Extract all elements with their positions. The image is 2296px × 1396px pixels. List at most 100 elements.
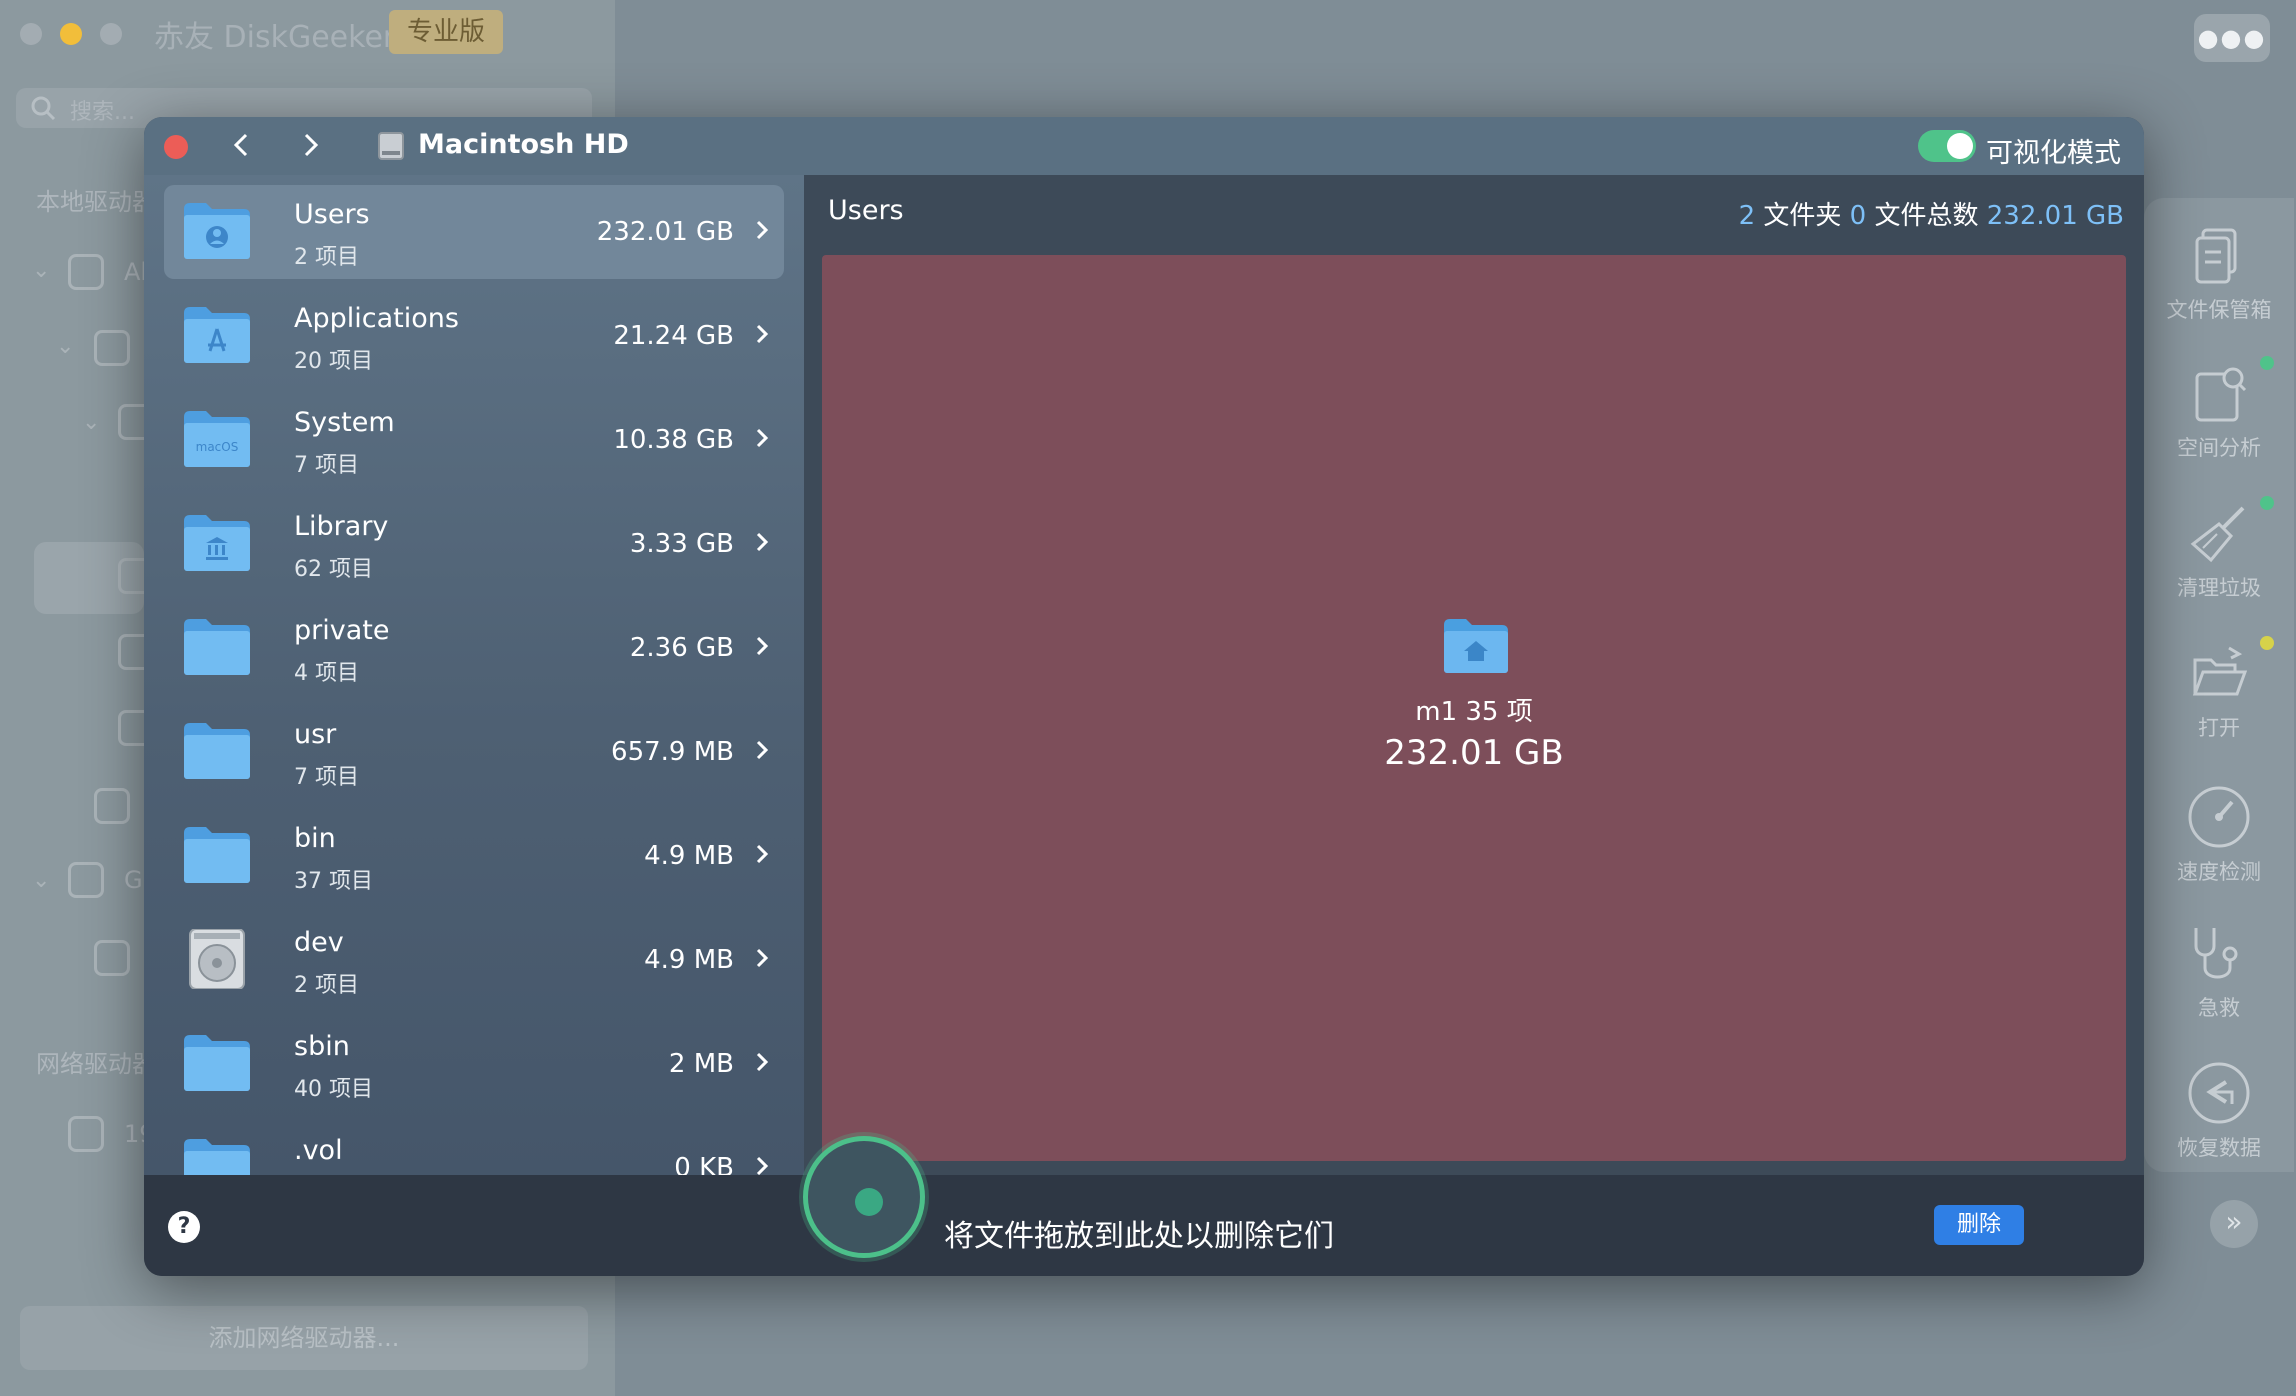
bg-minimize-button[interactable] — [60, 23, 82, 45]
rail-label: 急救 — [2198, 996, 2240, 1020]
list-item-bin[interactable]: bin 37 项目 4.9 MB — [164, 809, 784, 903]
list-item-sbin[interactable]: sbin 40 项目 2 MB — [164, 1017, 784, 1111]
rail-file-vault[interactable]: 文件保管箱 — [2144, 226, 2294, 324]
list-item-name: private — [294, 615, 390, 646]
list-item-dot-vol[interactable]: .vol0 项目0 KB — [164, 1121, 784, 1175]
treemap-block[interactable]: m1 35 项 232.01 GB — [822, 255, 2126, 1161]
disk-icon — [378, 132, 404, 160]
list-item-size: 21.24 GB — [613, 321, 734, 351]
delete-button[interactable]: 删除 — [1934, 1205, 2024, 1245]
list-item-count: 62 项目 — [294, 557, 373, 582]
rail-clean-junk[interactable]: 清理垃圾 — [2144, 496, 2294, 602]
more-button[interactable]: ●●● — [2194, 14, 2270, 62]
volume-icon — [94, 788, 130, 824]
space-analysis-window: Macintosh HD 可视化模式 Users 2 项目 232.01 GB App… — [144, 117, 2144, 1276]
macos-folder-icon: macOS — [184, 411, 250, 467]
chevron-right-icon[interactable] — [752, 631, 772, 661]
drive-icon[interactable] — [68, 254, 104, 290]
list-item-dev[interactable]: dev 2 项目 4.9 MB — [164, 913, 784, 1007]
chevron-down-icon[interactable]: ⌄ — [32, 868, 50, 893]
drive-icon[interactable] — [94, 330, 130, 366]
volume-icon — [94, 940, 130, 976]
folder-count-label: 文件夹 — [1763, 201, 1842, 231]
rail-restore-data[interactable]: 恢复数据 — [2144, 1060, 2294, 1162]
list-item-usr[interactable]: usr 7 项目 657.9 MB — [164, 705, 784, 799]
bg-close-button[interactable] — [20, 23, 42, 45]
status-dot — [2260, 496, 2274, 510]
add-network-drive-button[interactable]: 添加网络驱动器... — [20, 1306, 588, 1370]
broom-icon — [2190, 506, 2245, 563]
network-drives-heading: 网络驱动器 — [36, 1050, 156, 1078]
visual-mode-toggle[interactable] — [1918, 130, 1976, 162]
chevron-right-icon[interactable] — [752, 527, 772, 557]
forward-arrow-icon[interactable] — [290, 125, 330, 165]
list-item-name: dev — [294, 927, 344, 958]
tool-rail: 文件保管箱 空间分析 清理垃圾 打开 速度检测 急救 恢复数据 — [2144, 198, 2294, 1172]
list-item-count: 7 项目 — [294, 453, 359, 478]
stethoscope-icon — [2194, 928, 2238, 979]
list-item-library[interactable]: Library 62 项目 3.33 GB — [164, 497, 784, 591]
globe-icon[interactable] — [68, 1116, 104, 1152]
list-item-size: 657.9 MB — [611, 737, 734, 767]
chevron-right-icon[interactable] — [752, 319, 772, 349]
close-button[interactable] — [164, 135, 188, 159]
list-item-name: Users — [294, 199, 370, 230]
file-count-label: 文件总数 — [1874, 201, 1979, 231]
users-folder-icon — [184, 203, 250, 259]
chevron-right-icon[interactable] — [752, 1047, 772, 1077]
chevron-right-icon[interactable] — [752, 839, 772, 869]
restore-icon — [2188, 1062, 2250, 1124]
list-item-users[interactable]: Users 2 项目 232.01 GB — [164, 185, 784, 279]
library-folder-icon — [184, 515, 250, 571]
speedometer-icon — [2188, 786, 2250, 848]
folder-count: 2 — [1738, 201, 1756, 231]
folder-icon — [184, 723, 250, 779]
rail-first-aid[interactable]: 急救 — [2144, 924, 2294, 1022]
rail-label: 打开 — [2198, 716, 2240, 740]
expand-rail-button[interactable]: » — [2210, 1200, 2258, 1248]
back-arrow-icon[interactable] — [222, 125, 262, 165]
list-item-count: 2 项目 — [294, 245, 359, 270]
chevron-down-icon[interactable]: ⌄ — [82, 410, 100, 435]
rail-label: 恢复数据 — [2177, 1136, 2261, 1160]
svg-text:macOS: macOS — [196, 440, 239, 454]
chevron-right-icon[interactable] — [752, 735, 772, 765]
list-item-count: 4 项目 — [294, 661, 359, 686]
list-item-count: 40 项目 — [294, 1077, 373, 1102]
chevron-right-icon[interactable] — [752, 943, 772, 973]
folder-icon — [184, 827, 250, 883]
bg-zoom-button[interactable] — [100, 23, 122, 45]
file-count: 0 — [1849, 201, 1867, 231]
rail-space-analysis[interactable]: 空间分析 — [2144, 356, 2294, 462]
chevron-right-icon[interactable] — [752, 1151, 772, 1175]
home-folder-icon — [1444, 619, 1508, 673]
list-item-name: Applications — [294, 303, 459, 334]
rail-open[interactable]: 打开 — [2144, 636, 2294, 742]
sidebar-partial-label-2: G — [124, 866, 143, 894]
chevron-right-icon[interactable] — [752, 423, 772, 453]
list-item-size: 0 KB — [674, 1153, 734, 1175]
chevron-down-icon[interactable]: ⌄ — [32, 258, 50, 283]
folder-icon — [184, 619, 250, 675]
rail-label: 空间分析 — [2177, 436, 2261, 460]
list-item-system[interactable]: macOS System 7 项目 10.38 GB — [164, 393, 784, 487]
search-icon — [31, 96, 56, 121]
drop-target-zone[interactable] — [803, 1136, 925, 1258]
usb-drive-icon[interactable] — [68, 862, 104, 898]
list-item-private[interactable]: private 4 项目 2.36 GB — [164, 601, 784, 695]
chevron-right-icon[interactable] — [752, 215, 772, 245]
list-item-applications[interactable]: Applications 20 项目 21.24 GB — [164, 289, 784, 383]
list-item-name: System — [294, 407, 395, 438]
help-button[interactable]: ? — [168, 1211, 200, 1243]
visual-header: Users 2 文件夹 0 文件总数 232.01 GB — [804, 175, 2144, 255]
list-item-size: 10.38 GB — [613, 425, 734, 455]
list-item-count: 20 项目 — [294, 349, 373, 374]
rail-speed-test[interactable]: 速度检测 — [2144, 784, 2294, 886]
list-item-count: 37 项目 — [294, 869, 373, 894]
chevron-down-icon[interactable]: ⌄ — [56, 334, 74, 359]
list-item-count: 2 项目 — [294, 973, 359, 998]
status-dot — [2260, 636, 2274, 650]
treemap-size: 232.01 GB — [1384, 733, 1564, 773]
document-vault-icon — [2195, 228, 2237, 284]
list-item-size: 3.33 GB — [629, 529, 734, 559]
